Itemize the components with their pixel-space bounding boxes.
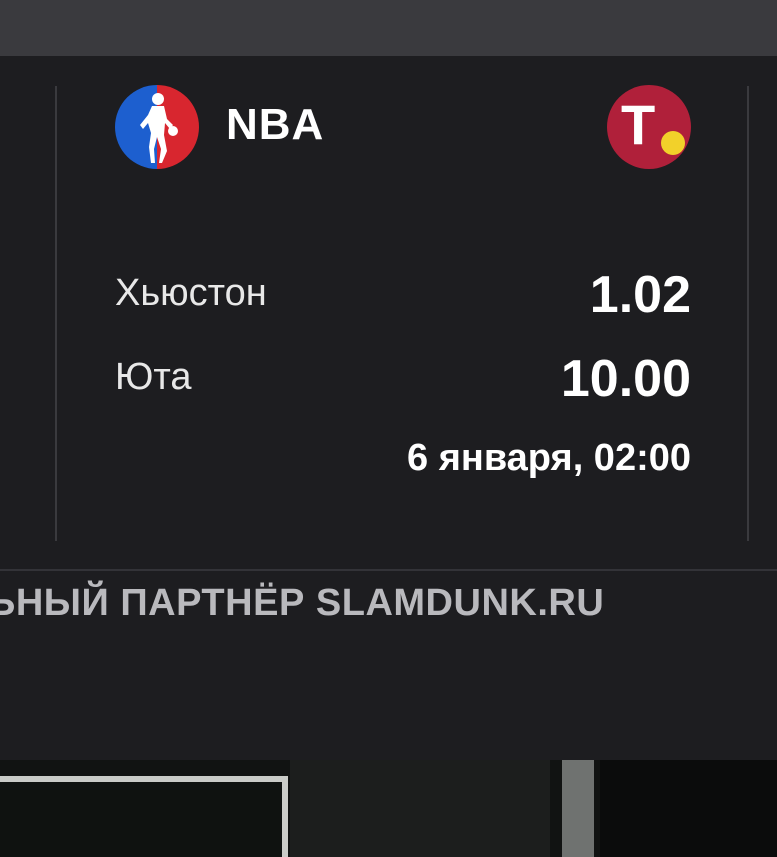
away-team-odds[interactable]: 10.00 <box>561 349 691 409</box>
article-photo <box>0 760 777 857</box>
away-team-name: Юта <box>115 356 192 398</box>
bookmaker-logo-letter: T <box>621 93 656 156</box>
home-team-odds[interactable]: 1.02 <box>590 265 691 325</box>
photo-shadow <box>600 760 777 857</box>
nba-logo-icon <box>115 85 199 169</box>
section-divider <box>0 569 777 571</box>
photo-background <box>290 760 550 857</box>
match-datetime: 6 января, 02:00 <box>407 437 691 479</box>
partner-banner-text[interactable]: ЬНЫЙ ПАРТНЁР SLAMDUNK.RU <box>0 578 604 628</box>
card-divider-left <box>55 86 57 541</box>
home-team-name: Хьюстон <box>115 272 267 314</box>
bookmaker-badge-icon <box>661 131 685 155</box>
match-odds-card[interactable]: NBA T Хьюстон 1.02 Юта 10.00 6 января, 0… <box>115 85 691 505</box>
card-divider-right <box>747 86 749 541</box>
league-name: NBA <box>226 100 325 149</box>
photo-pole <box>562 760 594 857</box>
top-bar <box>0 0 777 56</box>
photo-backboard <box>0 776 288 857</box>
bookmaker-logo-icon[interactable]: T <box>607 85 691 169</box>
